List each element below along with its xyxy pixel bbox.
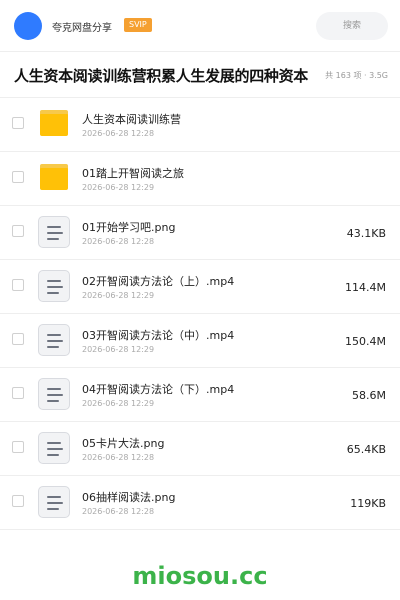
- folder-icon: [38, 162, 72, 196]
- file-size: 43.1KB: [346, 227, 386, 240]
- file-row[interactable]: 06抽样阅读法.png 2026-06-28 12:28 119KB: [0, 476, 400, 530]
- file-row[interactable]: 04开智阅读方法论（下）.mp4 2026-06-28 12:29 58.6M: [0, 368, 400, 422]
- file-name[interactable]: 04开智阅读方法论（下）.mp4: [82, 381, 234, 397]
- select-checkbox[interactable]: [12, 279, 24, 291]
- select-checkbox[interactable]: [12, 225, 24, 237]
- top-bar: 夸克网盘分享 SVIP: [0, 0, 400, 52]
- file-size: 150.4M: [345, 335, 386, 348]
- page-title: 人生资本阅读训练营积累人生发展的四种资本: [14, 67, 309, 85]
- file-icon: [38, 432, 72, 466]
- file-name[interactable]: 06抽样阅读法.png: [82, 489, 175, 505]
- folder-icon: [38, 108, 72, 142]
- select-checkbox[interactable]: [12, 441, 24, 453]
- file-date: 2026-06-28 12:28: [82, 507, 155, 516]
- svip-badge: SVIP: [124, 18, 152, 32]
- file-icon: [38, 324, 72, 358]
- file-date: 2026-06-28 12:28: [82, 453, 155, 462]
- watermark: miosou.cc: [132, 562, 268, 590]
- file-name[interactable]: 05卡片大法.png: [82, 435, 164, 451]
- file-icon: [38, 486, 72, 520]
- item-summary: 共 163 项 · 3.5G: [325, 71, 388, 80]
- file-row[interactable]: 02开智阅读方法论（上）.mp4 2026-06-28 12:29 114.4M: [0, 260, 400, 314]
- file-icon: [38, 216, 72, 250]
- file-name[interactable]: 人生资本阅读训练营: [82, 111, 181, 127]
- file-row[interactable]: 03开智阅读方法论（中）.mp4 2026-06-28 12:29 150.4M: [0, 314, 400, 368]
- file-size: 114.4M: [345, 281, 386, 294]
- file-date: 2026-06-28 12:29: [82, 345, 155, 354]
- file-name[interactable]: 01开始学习吧.png: [82, 219, 175, 235]
- file-date: 2026-06-28 12:29: [82, 399, 155, 408]
- file-size: 65.4KB: [346, 443, 386, 456]
- file-date: 2026-06-28 12:28: [82, 129, 155, 138]
- select-checkbox[interactable]: [12, 171, 24, 183]
- file-icon: [38, 378, 72, 412]
- file-date: 2026-06-28 12:29: [82, 291, 155, 300]
- file-row[interactable]: 人生资本阅读训练营 2026-06-28 12:28: [0, 98, 400, 152]
- file-icon: [38, 270, 72, 304]
- file-name[interactable]: 03开智阅读方法论（中）.mp4: [82, 327, 234, 343]
- select-checkbox[interactable]: [12, 333, 24, 345]
- file-row[interactable]: 01开始学习吧.png 2026-06-28 12:28 43.1KB: [0, 206, 400, 260]
- select-checkbox[interactable]: [12, 117, 24, 129]
- file-name[interactable]: 02开智阅读方法论（上）.mp4: [82, 273, 234, 289]
- brand-name: 夸克网盘分享: [52, 23, 112, 34]
- avatar[interactable]: [14, 12, 42, 40]
- title-bar: 人生资本阅读训练营积累人生发展的四种资本 共 163 项 · 3.5G: [0, 52, 400, 98]
- file-size: 58.6M: [352, 389, 386, 402]
- file-name[interactable]: 01踏上开智阅读之旅: [82, 165, 184, 181]
- file-date: 2026-06-28 12:29: [82, 183, 155, 192]
- select-checkbox[interactable]: [12, 387, 24, 399]
- file-row[interactable]: 05卡片大法.png 2026-06-28 12:28 65.4KB: [0, 422, 400, 476]
- file-date: 2026-06-28 12:28: [82, 237, 155, 246]
- search-input[interactable]: [316, 12, 388, 40]
- file-size: 119KB: [350, 497, 386, 510]
- file-row[interactable]: 01踏上开智阅读之旅 2026-06-28 12:29: [0, 152, 400, 206]
- file-list: 人生资本阅读训练营 2026-06-28 12:28 01踏上开智阅读之旅 2026-…: [0, 98, 400, 530]
- select-checkbox[interactable]: [12, 495, 24, 507]
